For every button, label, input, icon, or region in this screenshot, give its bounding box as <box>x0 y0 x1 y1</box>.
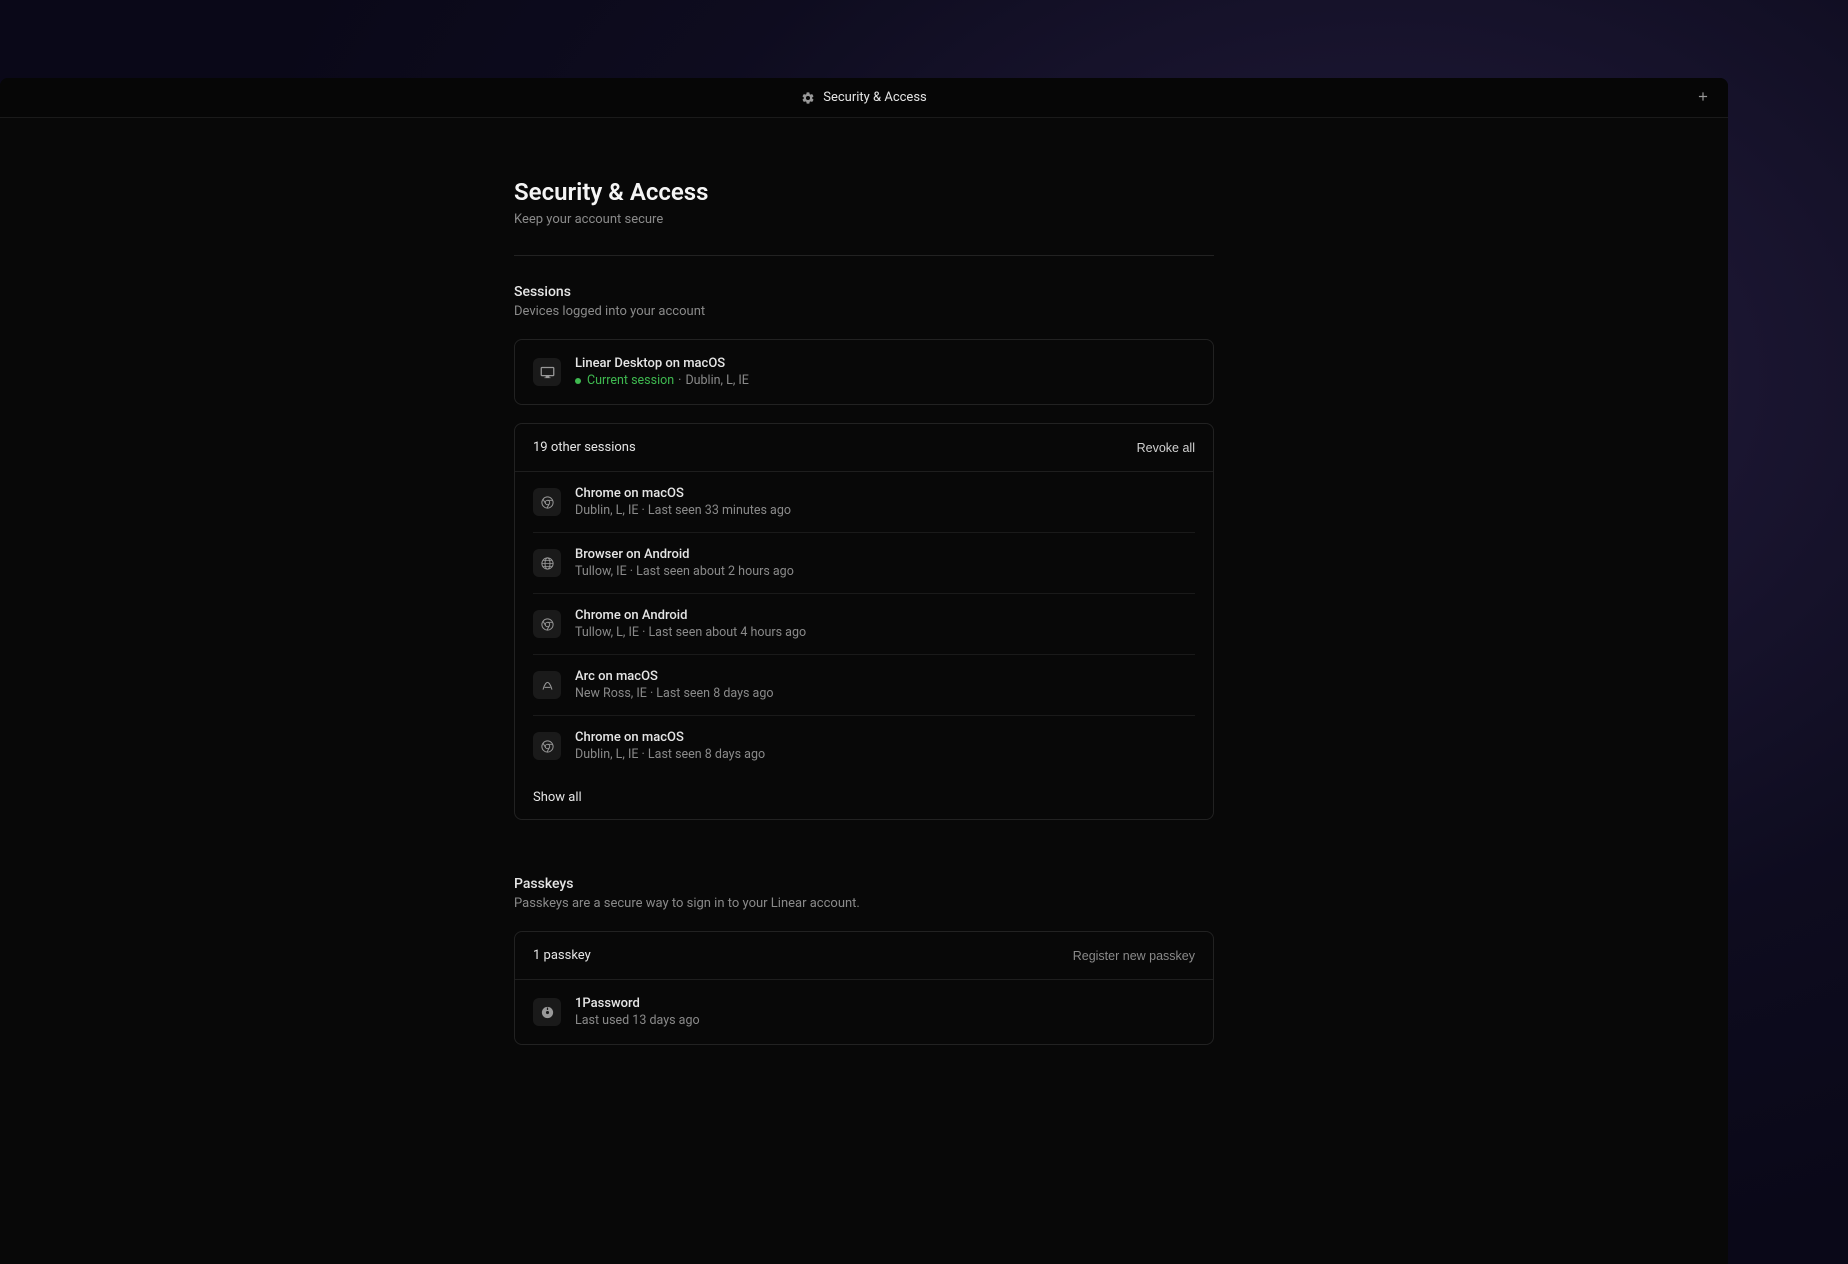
session-meta: Dublin, L, IE · Last seen 33 minutes ago <box>575 503 1195 518</box>
revoke-all-button[interactable]: Revoke all <box>1137 441 1195 455</box>
session-name: Arc on macOS <box>575 669 1195 684</box>
passkeys-title: Passkeys <box>514 876 1214 892</box>
session-name: Browser on Android <box>575 547 1195 562</box>
sessions-title: Sessions <box>514 284 1214 300</box>
plus-icon[interactable] <box>1696 88 1710 107</box>
gear-icon <box>801 91 815 105</box>
arc-icon <box>533 671 561 699</box>
key-icon <box>533 998 561 1026</box>
sessions-subtitle: Devices logged into your account <box>514 304 1214 319</box>
divider <box>514 255 1214 256</box>
passkeys-subtitle: Passkeys are a secure way to sign in to … <box>514 896 1214 911</box>
session-row[interactable]: Chrome on Android Tullow, L, IE · Last se… <box>533 594 1195 655</box>
passkey-row[interactable]: 1Password Last used 13 days ago <box>515 980 1213 1044</box>
page-subtitle: Keep your account secure <box>514 212 1214 227</box>
globe-icon <box>533 549 561 577</box>
session-meta: Tullow, IE · Last seen about 2 hours ago <box>575 564 1195 579</box>
session-name: Chrome on macOS <box>575 730 1195 745</box>
session-name: Chrome on Android <box>575 608 1195 623</box>
session-row[interactable]: Arc on macOS New Ross, IE · Last seen 8 d… <box>533 655 1195 716</box>
session-meta: Tullow, L, IE · Last seen about 4 hours … <box>575 625 1195 640</box>
session-name: Chrome on macOS <box>575 486 1195 501</box>
passkeys-card: 1 passkey Register new passkey 1Password… <box>514 931 1214 1045</box>
session-row[interactable]: Chrome on macOS Dublin, L, IE · Last seen… <box>533 716 1195 776</box>
current-session-meta: Current session · Dublin, L, IE <box>575 373 1195 388</box>
page-title: Security & Access <box>514 178 1214 206</box>
passkey-count: 1 passkey <box>533 948 591 963</box>
other-sessions-count: 19 other sessions <box>533 440 636 455</box>
passkey-meta: Last used 13 days ago <box>575 1013 1195 1028</box>
chrome-icon <box>533 732 561 760</box>
show-all-button[interactable]: Show all <box>515 776 1213 819</box>
app-window: Security & Access Security & Access Keep… <box>0 78 1728 1264</box>
session-row[interactable]: Chrome on macOS Dublin, L, IE · Last seen… <box>533 472 1195 533</box>
current-session-location: Dublin, L, IE <box>685 373 748 388</box>
session-row[interactable]: Browser on Android Tullow, IE · Last seen… <box>533 533 1195 594</box>
chrome-icon <box>533 488 561 516</box>
titlebar-center: Security & Access <box>801 90 927 105</box>
current-session-card: Linear Desktop on macOS Current session … <box>514 339 1214 405</box>
passkey-name: 1Password <box>575 996 1195 1011</box>
status-dot-icon <box>575 378 581 384</box>
current-session-name: Linear Desktop on macOS <box>575 356 1195 371</box>
register-passkey-button[interactable]: Register new passkey <box>1073 949 1195 963</box>
titlebar: Security & Access <box>0 78 1728 118</box>
current-session-status: Current session <box>587 373 674 388</box>
session-meta: New Ross, IE · Last seen 8 days ago <box>575 686 1195 701</box>
session-meta: Dublin, L, IE · Last seen 8 days ago <box>575 747 1195 762</box>
chrome-icon <box>533 610 561 638</box>
titlebar-title: Security & Access <box>823 90 927 105</box>
monitor-icon <box>533 358 561 386</box>
other-sessions-card: 19 other sessions Revoke all Chrome on m… <box>514 423 1214 820</box>
